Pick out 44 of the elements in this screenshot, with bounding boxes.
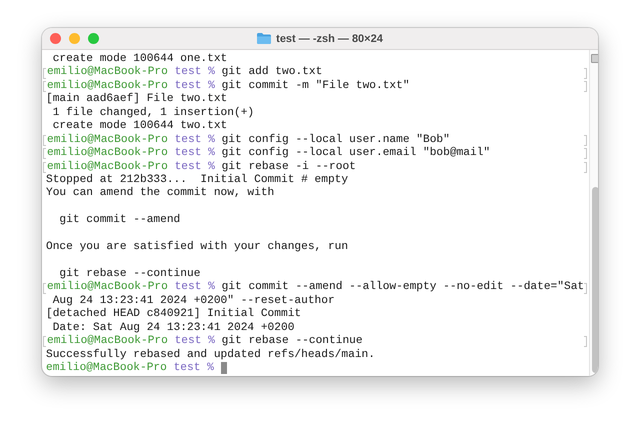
prompt-directory: test %: [174, 281, 215, 294]
folder-icon: [257, 33, 272, 44]
output-text: 1 file changed, 1 insertion(+): [52, 106, 254, 120]
window-title: test — -zsh — 80×24: [276, 32, 383, 44]
output-text: git rebase --continue: [58, 268, 200, 280]
output-text: [main aad6aef] File two.txt: [46, 93, 228, 106]
prompt-user: emilio@MacBook-Pro: [47, 281, 168, 295]
prompt-user: emilio@MacBook-Pro: [46, 362, 167, 376]
prompt-user: emilio@MacBook-Pro: [47, 147, 168, 160]
prompt-directory: test %: [174, 80, 215, 94]
output-text: Successfully rebased and updated refs/heads/main.: [46, 348, 375, 362]
output-text: git commit --amend: [58, 214, 180, 228]
prompt-directory: test %: [174, 160, 215, 174]
scroll-thumb[interactable]: [592, 187, 598, 373]
scrollbar[interactable]: [589, 50, 598, 376]
output-text: You can amend the commit now, with: [46, 187, 274, 201]
command-text: git commit --amend --allow-empty --no-edit --date="Sat: [222, 281, 584, 294]
prompt-user: emilio@MacBook-Pro: [47, 335, 168, 348]
command-text: git config --local user.email "bob@mail": [222, 147, 490, 160]
command-text: git config --local user.name "Bob": [222, 134, 450, 146]
output-text: Aug 24 13:23:41 2024 +0200" --reset-author: [52, 294, 335, 308]
prompt-user: emilio@MacBook-Pro: [47, 160, 168, 174]
output-text: Date: Sat Aug 24 13:23:41 2024 +0200: [52, 322, 294, 334]
output-text: Once you are satisfied with your changes, run: [46, 241, 348, 255]
zoom-button[interactable]: [88, 33, 99, 44]
prompt-directory: test %: [174, 335, 215, 348]
prompt-user: emilio@MacBook-Pro: [47, 134, 168, 146]
split-icon[interactable]: [591, 54, 598, 63]
command-text: git commit -m "File two.txt": [222, 80, 410, 94]
prompt-user: emilio@MacBook-Pro: [47, 66, 168, 80]
command-text: git rebase --continue: [222, 335, 363, 348]
output-text: create mode 100644 two.txt: [52, 120, 228, 134]
close-button[interactable]: [50, 33, 61, 44]
prompt-directory: test %: [174, 134, 215, 148]
output-text: [detached HEAD c840921] Initial Commit: [46, 308, 302, 322]
output-text: Stopped at 212b333... Initial Commit # empty: [46, 174, 348, 186]
minimize-button[interactable]: [69, 33, 80, 44]
prompt-directory: test %: [174, 66, 215, 80]
prompt-directory: test %: [174, 362, 214, 376]
command-text: git rebase -i --root: [222, 160, 356, 174]
prompt-directory: test %: [174, 147, 215, 161]
prompt-user: emilio@MacBook-Pro: [47, 80, 168, 92]
command-text: git add two.txt: [222, 66, 322, 80]
output-text: create mode 100644 one.txt: [52, 53, 228, 66]
